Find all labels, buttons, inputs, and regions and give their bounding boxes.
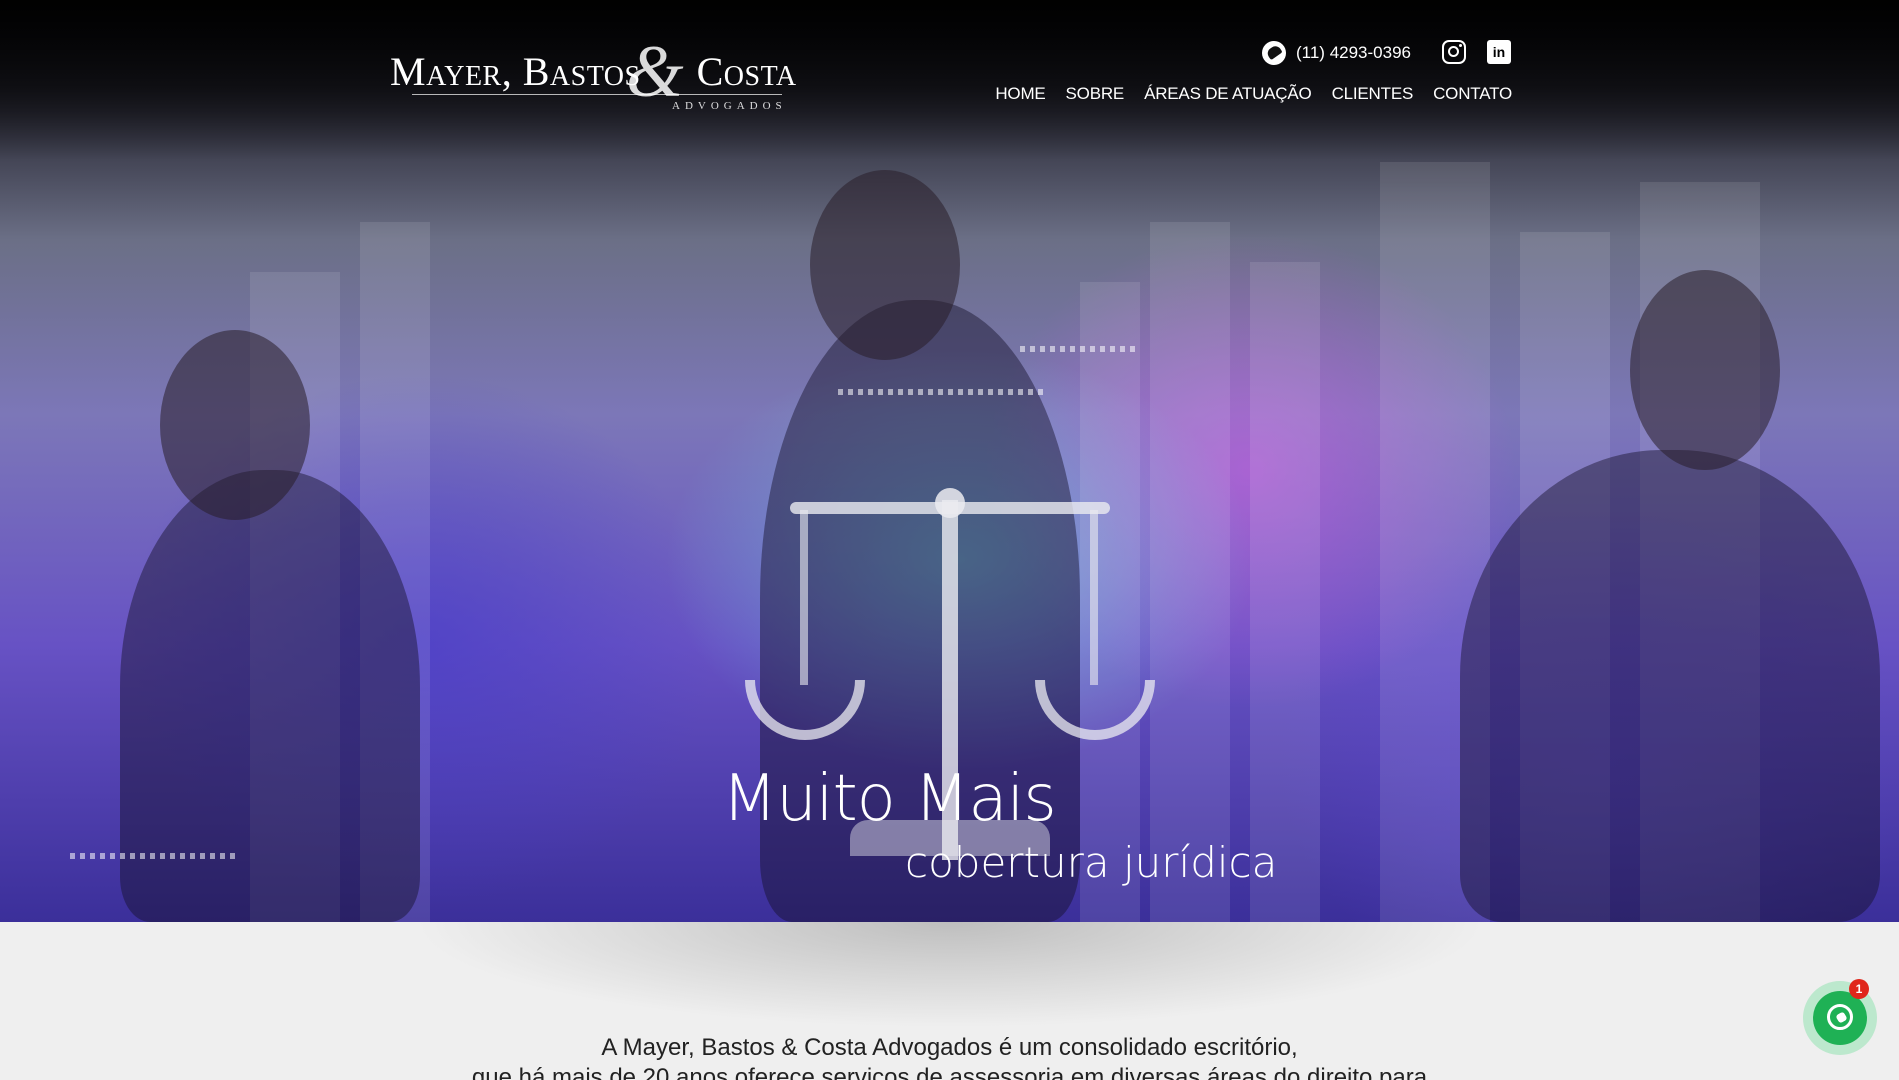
hero-banner: Muito Mais cobertura jurídica — [0, 0, 1899, 922]
instagram-icon[interactable] — [1442, 40, 1466, 64]
nav-contato[interactable]: CONTATO — [1433, 84, 1512, 104]
logo-subtitle: ADVOGADOS — [672, 100, 787, 112]
nav-areas-de-atuacao[interactable]: ÁREAS DE ATUAÇÃO — [1144, 84, 1312, 104]
nav-clientes[interactable]: CLIENTES — [1332, 84, 1414, 104]
whatsapp-icon — [1827, 1004, 1853, 1030]
hero-title: Muito Mais — [722, 762, 1057, 836]
nav-home[interactable]: HOME — [995, 84, 1045, 104]
decorative-dots — [838, 389, 1048, 395]
whatsapp-button-inner — [1813, 991, 1867, 1045]
linkedin-icon[interactable]: in — [1487, 40, 1511, 64]
hero-subtitle: cobertura jurídica — [905, 838, 1278, 887]
phone-number: (11) 4293-0396 — [1296, 43, 1411, 62]
phone-icon — [1262, 41, 1286, 65]
person-right-head — [1630, 270, 1780, 470]
background-building — [1250, 262, 1320, 922]
main-nav: HOME SOBRE ÁREAS DE ATUAÇÃO CLIENTES CON… — [995, 84, 1512, 104]
header-fade — [0, 0, 1899, 160]
intro-text-line-2: que há mais de 20 anos oferece serviços … — [471, 1064, 1428, 1080]
logo-divider — [412, 94, 782, 95]
notification-badge: 1 — [1849, 979, 1869, 999]
logo-name: Mayer, Bastos Costa — [390, 49, 797, 94]
nav-sobre[interactable]: SOBRE — [1066, 84, 1125, 104]
person-right — [1460, 450, 1880, 922]
intro-text-line-1: A Mayer, Bastos & Costa Advogados é um c… — [601, 1034, 1298, 1061]
person-center-head — [810, 170, 960, 360]
decorative-dots — [1020, 346, 1140, 352]
brand-logo[interactable]: Mayer, Bastos Costa & ADVOGADOS — [390, 31, 796, 118]
phone-contact[interactable]: (11) 4293-0396 — [1262, 41, 1411, 65]
decorative-dots — [70, 853, 240, 859]
person-left-head — [160, 330, 310, 520]
